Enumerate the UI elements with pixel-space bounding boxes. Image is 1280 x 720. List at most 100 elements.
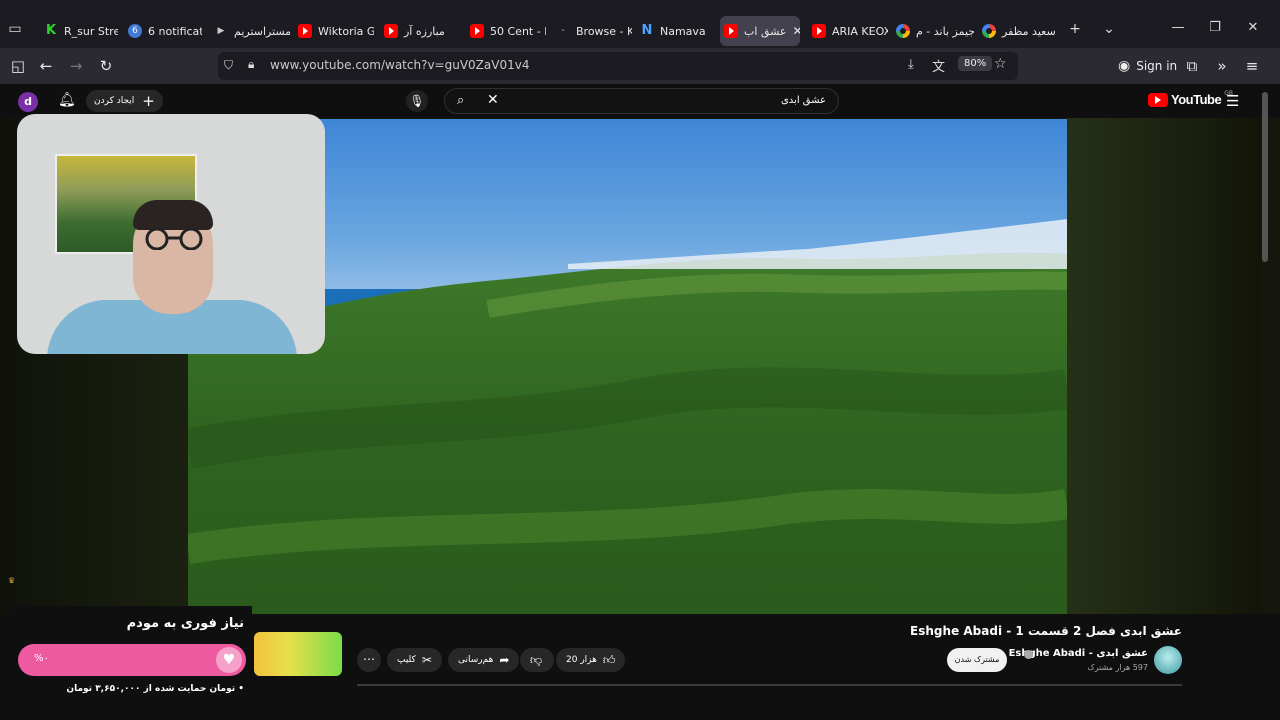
youtube-icon — [724, 24, 738, 38]
voice-search-mic-icon[interactable]: 🎙︎ — [406, 90, 428, 112]
avatar[interactable]: d — [18, 92, 38, 112]
tab-title: 6 notificatio — [148, 24, 202, 38]
browser-tab[interactable]: 6 6 notificatio — [124, 16, 202, 46]
tab-title: 50 Cent - In — [490, 24, 546, 38]
address-bar[interactable]: ⛉ 🔒︎ www.youtube.com/watch?v=guV0ZaV01v4… — [218, 52, 1018, 80]
extensions-icon[interactable]: ⧉ — [1182, 56, 1202, 76]
translate-icon[interactable]: 文 — [932, 56, 945, 75]
tab-title: جیمز باند - م — [916, 24, 974, 38]
back-icon[interactable]: ← — [36, 56, 56, 76]
share-label: هم‌رسانی — [458, 655, 494, 665]
tab-title: سعید مظفر — [1002, 24, 1056, 38]
sidebar-icon[interactable]: ◱ — [8, 56, 28, 76]
browser-tab-bar: ▭ K R_sur Strea 6 6 notificatio ▶ مستراس… — [0, 0, 1280, 48]
new-tab-icon[interactable]: + — [1066, 20, 1084, 38]
notification-icon: 6 — [128, 24, 142, 38]
video-title: عشق ابدی فصل 2 قسمت 1 - Eshghe Abadi — [910, 624, 1182, 638]
tab-title: ARIA KEOX — [832, 24, 888, 38]
scissors-icon: ✂ — [421, 653, 432, 667]
namava-icon: N — [641, 23, 653, 38]
tab-title: مستراستریم — [234, 24, 290, 38]
download-icon[interactable]: ⤓ — [908, 57, 914, 72]
verified-icon — [1024, 650, 1033, 659]
youtube-icon — [298, 24, 312, 38]
subscriber-count: 597 هزار مشترک — [1087, 663, 1149, 672]
tab-title: مبارزه آر — [404, 24, 445, 38]
thumbs-up-icon: 👍︎ — [602, 652, 616, 667]
tab-list-icon[interactable]: ▭ — [6, 20, 24, 38]
lock-icon[interactable]: 🔒︎ — [248, 57, 254, 72]
youtube-icon — [470, 24, 484, 38]
notifications-bell-icon[interactable]: 🔔︎ — [58, 92, 76, 110]
forward-icon[interactable]: → — [66, 56, 86, 76]
page-scrollbar[interactable] — [1262, 92, 1268, 262]
browser-tab[interactable]: 50 Cent - In — [466, 16, 546, 46]
like-count: 20 هزار — [566, 655, 597, 665]
youtube-icon — [812, 24, 826, 38]
browser-tab[interactable]: ▶ مستراستریم — [210, 16, 290, 46]
close-tab-icon[interactable]: ✕ — [792, 24, 800, 38]
chevron-down-icon[interactable]: ⌄ — [1100, 20, 1118, 38]
channel-watermark-icon: ♛ — [8, 576, 16, 585]
like-button[interactable]: 20 هزار 👍︎ — [556, 648, 626, 672]
sign-in-button[interactable]: ◉ Sign in — [1118, 55, 1177, 77]
browser-tab-active[interactable]: عشق اب ✕ — [720, 16, 800, 46]
zoom-level[interactable]: 80% — [958, 56, 993, 71]
clip-label: کلیپ — [397, 655, 416, 665]
bookmark-star-icon[interactable]: ☆ — [994, 56, 1007, 72]
app-menu-icon[interactable]: ≡ — [1242, 56, 1262, 76]
tab-title: Browse - Ki — [576, 24, 632, 38]
youtube-logo-icon — [1148, 92, 1168, 107]
browser-tab[interactable]: K R_sur Strea — [40, 16, 118, 46]
tab-title: Namava — [660, 24, 706, 38]
browser-tab[interactable]: جیمز باند - م — [892, 16, 974, 46]
donation-title: نیاز فوری به مودم — [126, 616, 244, 631]
reload-icon[interactable]: ↻ — [96, 56, 116, 76]
subscribe-button[interactable]: مشترک شدن — [947, 648, 1007, 672]
ambient-right — [1067, 118, 1262, 614]
browser-tab[interactable]: سعید مظفر — [978, 16, 1060, 46]
play-icon: ▶ — [217, 26, 225, 36]
search-input[interactable]: ⌕ ✕ عشق ابدی — [444, 88, 839, 114]
minimize-icon[interactable]: — — [1168, 20, 1188, 35]
dislike-button[interactable]: 👎︎ — [520, 648, 554, 672]
search-icon[interactable]: ⌕ — [457, 93, 464, 108]
youtube-logo-text: YouTube — [1171, 92, 1222, 107]
close-window-icon[interactable]: ✕ — [1243, 20, 1263, 35]
youtube-logo[interactable]: YouTube GB — [1148, 90, 1233, 107]
account-icon: ◉ — [1118, 58, 1131, 74]
search-query[interactable]: عشق ابدی — [781, 95, 826, 106]
donation-percent: %۰ — [34, 653, 49, 664]
more-actions-icon[interactable]: ⋯ — [357, 648, 381, 672]
create-button[interactable]: ایجاد کردن + — [86, 90, 163, 112]
browser-tab[interactable]: ARIA KEOX — [808, 16, 888, 46]
create-label: ایجاد کردن — [94, 96, 135, 106]
donation-widget: نیاز فوری به مودم %۰ ♥ • تومان حمایت شده… — [10, 606, 252, 704]
google-icon — [982, 24, 996, 38]
browser-tab[interactable]: مبارزه آر — [380, 16, 460, 46]
google-icon — [896, 24, 910, 38]
description-divider — [357, 684, 1182, 686]
donation-footer: • تومان حمایت شده از ۳,۶۵۰,۰۰۰ تومان — [66, 684, 244, 694]
dash-icon: - — [561, 25, 565, 36]
webcam-overlay — [17, 114, 325, 354]
browser-tab[interactable]: Wiktoria G — [294, 16, 374, 46]
related-video-thumbnail[interactable] — [254, 632, 342, 676]
donation-progress-bar: %۰ ♥ — [18, 644, 246, 676]
person-hair — [133, 200, 213, 230]
clip-button[interactable]: کلیپ ✂ — [387, 648, 442, 672]
restore-icon[interactable]: ❐ — [1205, 20, 1225, 35]
video-clouds — [568, 219, 1067, 269]
shield-icon[interactable]: ⛉ — [224, 58, 233, 73]
url-text[interactable]: www.youtube.com/watch?v=guV0ZaV01v4 — [270, 58, 529, 72]
youtube-icon — [384, 24, 398, 38]
browser-tab[interactable]: N Namava — [636, 16, 716, 46]
overflow-chevron-icon[interactable]: » — [1212, 56, 1232, 76]
channel-avatar[interactable] — [1154, 646, 1182, 674]
clear-search-icon[interactable]: ✕ — [487, 92, 499, 108]
sign-in-label: Sign in — [1136, 59, 1178, 73]
browser-tab[interactable]: - Browse - Ki — [552, 16, 632, 46]
share-button[interactable]: هم‌رسانی ➦ — [448, 648, 520, 672]
tab-title: Wiktoria G — [318, 24, 374, 38]
hamburger-menu-icon[interactable]: ☰ — [1226, 92, 1239, 110]
